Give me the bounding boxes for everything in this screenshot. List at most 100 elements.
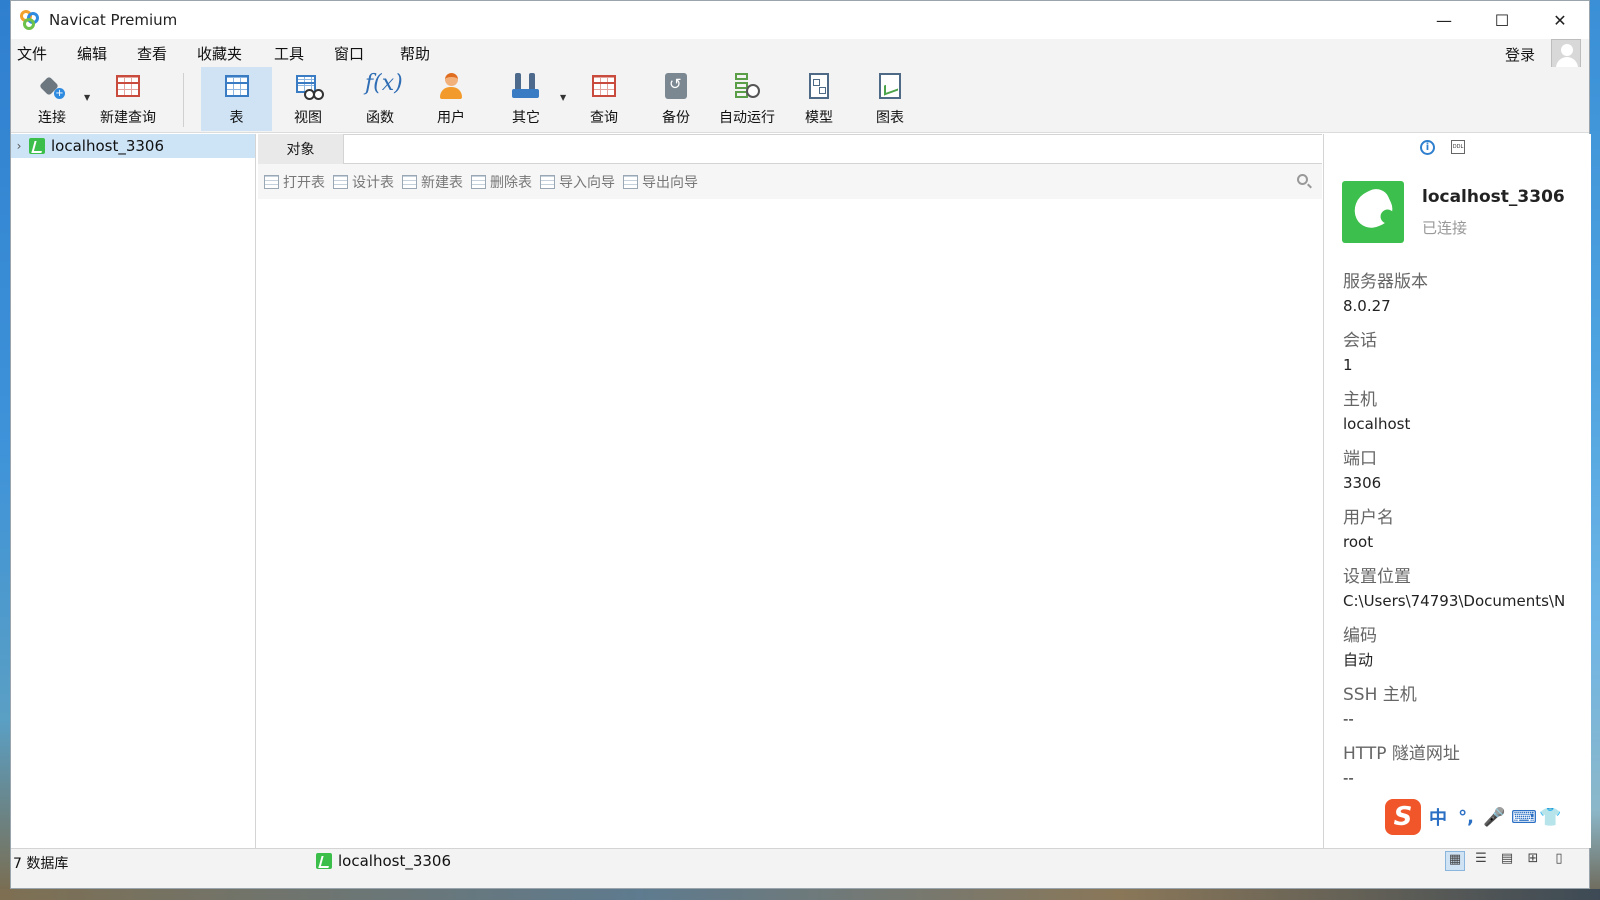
toolbar-divider	[183, 73, 184, 127]
list-view-icon[interactable]: ☰	[1471, 851, 1491, 871]
function-label: 函数	[366, 110, 394, 126]
ddl-icon[interactable]: DDL	[1451, 140, 1465, 154]
property-settings-location: 设置位置 C:\Users\74793\Documents\N	[1343, 565, 1591, 624]
menu-bar: 文件 编辑 查看 收藏夹 工具 窗口 帮助 登录	[11, 39, 1589, 69]
connection-tree-item[interactable]: › localhost_3306	[11, 134, 255, 158]
property-value: root	[1343, 533, 1374, 551]
database-count: 7 数据库	[13, 856, 69, 872]
property-label: 用户名	[1343, 508, 1394, 528]
property-label: 服务器版本	[1343, 272, 1428, 292]
menu-window[interactable]: 窗口	[330, 43, 394, 64]
property-sessions: 会话 1	[1343, 329, 1591, 388]
info-icon[interactable]: i	[1420, 140, 1435, 155]
menu-favorites[interactable]: 收藏夹	[193, 43, 268, 64]
skin-icon[interactable]: 👕	[1539, 807, 1561, 828]
detail-view-icon[interactable]: ▤	[1497, 851, 1517, 871]
model-button[interactable]: 模型	[786, 67, 852, 131]
menu-edit[interactable]: 编辑	[73, 43, 131, 64]
open-table-button[interactable]: 打开表	[264, 172, 325, 192]
menu-tools[interactable]: 工具	[270, 43, 328, 64]
sogou-logo-icon[interactable]: S	[1385, 799, 1421, 835]
new-query-icon	[113, 71, 143, 101]
info-panel: i DDL localhost_3306 已连接 服务器版本 8.0.27 会话…	[1323, 134, 1591, 848]
menu-view[interactable]: 查看	[133, 43, 191, 64]
new-query-label: 新建查询	[100, 110, 156, 126]
delete-table-icon	[471, 174, 486, 189]
others-button[interactable]: 其它	[493, 67, 559, 131]
function-glyph: f(x)	[365, 71, 403, 96]
connect-label: 连接	[38, 110, 66, 126]
property-label: 设置位置	[1343, 567, 1411, 587]
microphone-icon[interactable]: 🎤	[1483, 807, 1505, 828]
function-button[interactable]: f(x) 函数	[347, 67, 413, 131]
user-button[interactable]: 用户	[418, 67, 484, 131]
ime-toolbar: S 中 °, 🎤 ⌨ 👕	[1383, 797, 1563, 837]
desktop-background	[0, 0, 10, 900]
property-port: 端口 3306	[1343, 447, 1591, 506]
import-wizard-button[interactable]: 导入向导	[540, 172, 615, 192]
menu-help[interactable]: 帮助	[396, 43, 454, 64]
automation-button[interactable]: 自动运行	[714, 67, 780, 131]
query-button[interactable]: 查询	[571, 67, 637, 131]
table-button[interactable]: 表	[201, 67, 272, 131]
property-label: SSH 主机	[1343, 685, 1417, 705]
table-icon	[222, 71, 252, 101]
others-dropdown-arrow[interactable]: ▼	[560, 93, 566, 102]
automation-icon	[732, 71, 762, 101]
status-bar: 7 数据库 localhost_3306 ▦ ☰ ▤ ⊞ ▯	[11, 848, 1589, 888]
new-query-button[interactable]: 新建查询	[97, 67, 159, 131]
login-link[interactable]: 登录	[1505, 44, 1535, 65]
search-icon[interactable]	[1297, 174, 1308, 185]
tab-bar-empty	[344, 134, 1322, 163]
chart-label: 图表	[876, 110, 904, 126]
taskbar-edge	[0, 889, 1600, 900]
close-button[interactable]: ✕	[1531, 1, 1589, 39]
property-value: --	[1343, 710, 1354, 728]
toggle-panel-icon[interactable]: ▯	[1549, 851, 1569, 871]
object-toolbar: 打开表 设计表 新建表 删除表 导入向导 导出向导	[258, 164, 1322, 199]
maximize-button[interactable]: ☐	[1473, 1, 1531, 39]
property-label: HTTP 隧道网址	[1343, 744, 1460, 764]
connect-button[interactable]: + 连接	[23, 67, 81, 131]
tab-bar: 对象	[258, 134, 1322, 164]
connection-status: 已连接	[1422, 219, 1468, 237]
menu-file[interactable]: 文件	[13, 43, 71, 64]
avatar-icon[interactable]	[1551, 39, 1581, 69]
status-connection: localhost_3306	[314, 852, 451, 870]
chart-button[interactable]: 图表	[857, 67, 923, 131]
info-panel-tabs: i DDL	[1420, 140, 1465, 155]
view-button[interactable]: 视图	[275, 67, 341, 131]
model-label: 模型	[805, 110, 833, 126]
title-bar: Navicat Premium — ☐ ✕	[11, 1, 1589, 39]
query-label: 查询	[590, 110, 618, 126]
tab-objects[interactable]: 对象	[258, 134, 344, 164]
plug-icon: +	[37, 71, 67, 101]
er-view-icon[interactable]: ⊞	[1523, 851, 1543, 871]
user-label: 用户	[437, 110, 465, 126]
view-icon	[293, 71, 324, 101]
new-table-icon	[402, 174, 417, 189]
delete-table-button[interactable]: 删除表	[471, 172, 532, 192]
grid-view-icon[interactable]: ▦	[1445, 851, 1465, 871]
minimize-button[interactable]: —	[1415, 1, 1473, 39]
ime-punctuation-icon[interactable]: °,	[1455, 807, 1477, 828]
property-value: 8.0.27	[1343, 297, 1391, 315]
property-value: 自动	[1343, 651, 1374, 669]
status-connection-name: localhost_3306	[338, 852, 452, 870]
connection-properties: 服务器版本 8.0.27 会话 1 主机 localhost 端口 3306 用…	[1343, 270, 1591, 801]
backup-button[interactable]: 备份	[643, 67, 709, 131]
new-table-label: 新建表	[421, 174, 463, 191]
automation-label: 自动运行	[719, 110, 775, 126]
ime-chinese-mode[interactable]: 中	[1427, 804, 1449, 830]
export-wizard-button[interactable]: 导出向导	[623, 172, 698, 192]
mysql-dolphin-icon	[1342, 181, 1404, 243]
connect-dropdown-arrow[interactable]: ▼	[84, 93, 90, 102]
design-table-button[interactable]: 设计表	[333, 172, 394, 192]
property-server-version: 服务器版本 8.0.27	[1343, 270, 1591, 329]
expand-chevron-icon[interactable]: ›	[11, 139, 27, 153]
delete-table-label: 删除表	[490, 174, 532, 191]
design-table-icon	[333, 174, 348, 189]
new-table-button[interactable]: 新建表	[402, 172, 463, 192]
keyboard-icon[interactable]: ⌨	[1511, 807, 1537, 828]
connection-navigator: › localhost_3306	[11, 134, 256, 848]
